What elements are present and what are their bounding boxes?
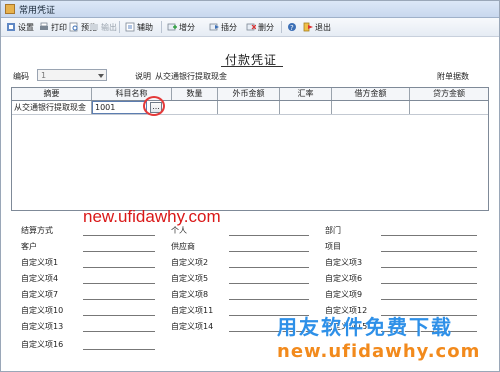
help-button[interactable]: ? — [287, 20, 297, 34]
field-input[interactable] — [381, 235, 477, 236]
add-row-icon — [167, 22, 177, 32]
print-button[interactable]: 打印 — [39, 20, 67, 34]
grid-header: 摘要 科目名称 数量 外币金额 汇率 借方金额 贷方金额 — [12, 88, 488, 101]
field-label: 客户 — [21, 242, 37, 251]
field-input[interactable] — [381, 251, 477, 252]
field-label: 自定义项14 — [171, 322, 214, 331]
voucher-grid: 摘要 科目名称 数量 外币金额 汇率 借方金额 贷方金额 从交通银行提取现金 1… — [11, 87, 489, 211]
toolbar: 设置 打印 预览 输出 辅助 增分 插分 删分 ? 退出 — [1, 18, 499, 37]
field-input[interactable] — [83, 251, 155, 252]
assist-button[interactable]: 辅助 — [125, 20, 153, 34]
field-label: 自定义项9 — [325, 290, 363, 299]
toolbar-separator — [119, 21, 120, 33]
field-input[interactable] — [83, 299, 155, 300]
code-value: 1 — [41, 71, 47, 80]
col-header-credit: 贷方金额 — [433, 89, 465, 98]
field-label: 自定义项3 — [325, 258, 363, 267]
svg-text:?: ? — [290, 24, 294, 32]
field-input[interactable] — [83, 267, 155, 268]
field-input[interactable] — [83, 331, 155, 332]
voucher-window: 常用凭证 设置 打印 预览 输出 辅助 增分 插分 删分 ? 退出 付款凭证 编… — [0, 0, 500, 372]
field-input[interactable] — [229, 251, 309, 252]
field-label: 自定义项5 — [171, 274, 209, 283]
field-input[interactable] — [229, 299, 309, 300]
code-label: 编码 — [13, 72, 29, 81]
field-label: 自定义项7 — [21, 290, 59, 299]
field-label: 自定义项10 — [21, 306, 64, 315]
field-label: 自定义项1 — [21, 258, 59, 267]
export-icon — [89, 22, 99, 32]
toolbar-separator — [281, 21, 282, 33]
insert-row-button[interactable]: 插分 — [209, 20, 237, 34]
exit-icon — [303, 22, 313, 32]
settings-icon — [6, 22, 16, 32]
field-input[interactable] — [381, 283, 477, 284]
cell-summary[interactable]: 从交通银行提取现金 — [12, 101, 92, 114]
col-header-rate: 汇率 — [280, 88, 332, 100]
field-label: 自定义项16 — [21, 340, 64, 349]
col-header-summary: 摘要 — [12, 88, 92, 100]
account-input[interactable]: 1001 — [92, 101, 147, 114]
chevron-down-icon[interactable] — [98, 74, 104, 78]
field-label: 自定义项13 — [21, 322, 64, 331]
cell-debit[interactable] — [332, 101, 410, 114]
col-header-quantity: 数量 — [172, 88, 218, 100]
window-title: 常用凭证 — [19, 6, 56, 16]
watermark-cn-blue: 用友软件免费下载 — [277, 315, 453, 339]
field-input[interactable] — [229, 267, 309, 268]
attachments-label: 附单据数 — [437, 72, 469, 81]
field-label: 自定义项8 — [171, 290, 209, 299]
description-label: 说明 — [135, 72, 151, 81]
field-label: 自定义项6 — [325, 274, 363, 283]
export-button[interactable]: 输出 — [89, 20, 117, 34]
field-label: 项目 — [325, 242, 341, 251]
cell-fx-amount[interactable] — [218, 101, 280, 114]
field-input[interactable] — [83, 315, 155, 316]
help-icon: ? — [287, 22, 297, 32]
assist-icon — [125, 22, 135, 32]
settings-button[interactable]: 设置 — [6, 20, 34, 34]
toolbar-separator — [161, 21, 162, 33]
delete-row-button[interactable]: 删分 — [246, 20, 274, 34]
field-label: 自定义项11 — [171, 306, 214, 315]
code-select[interactable]: 1 — [37, 69, 107, 81]
field-label: 部门 — [325, 226, 341, 235]
field-input[interactable] — [229, 283, 309, 284]
watermark-url-red: new.ufidawhy.com — [83, 207, 221, 226]
col-header-debit: 借方金额 — [332, 88, 410, 100]
field-label: 供应商 — [171, 242, 195, 251]
field-input[interactable] — [83, 235, 155, 236]
field-input[interactable] — [381, 267, 477, 268]
field-label: 自定义项2 — [171, 258, 209, 267]
app-icon — [5, 4, 15, 14]
preview-icon — [69, 22, 79, 32]
description-value: 从交通银行提取现金 — [155, 72, 227, 81]
field-label: 结算方式 — [21, 226, 53, 235]
field-label: 自定义项4 — [21, 274, 59, 283]
watermark-url-orange: new.ufidawhy.com — [277, 341, 481, 362]
exit-button[interactable]: 退出 — [303, 20, 331, 34]
col-header-fx-amount: 外币金额 — [218, 88, 280, 100]
print-icon — [39, 22, 49, 32]
cell-rate[interactable] — [280, 101, 332, 114]
insert-row-icon — [209, 22, 219, 32]
table-row[interactable]: 从交通银行提取现金 1001 ... — [12, 101, 488, 115]
title-underline — [221, 66, 283, 67]
cell-quantity[interactable] — [172, 101, 218, 114]
delete-row-icon — [246, 22, 257, 32]
highlight-circle — [143, 96, 165, 116]
title-bar: 常用凭证 — [1, 1, 499, 18]
add-row-button[interactable]: 增分 — [167, 20, 195, 34]
field-input[interactable] — [381, 299, 477, 300]
cell-credit[interactable] — [410, 101, 488, 114]
field-input[interactable] — [83, 349, 155, 350]
field-input[interactable] — [83, 283, 155, 284]
field-input[interactable] — [229, 235, 309, 236]
